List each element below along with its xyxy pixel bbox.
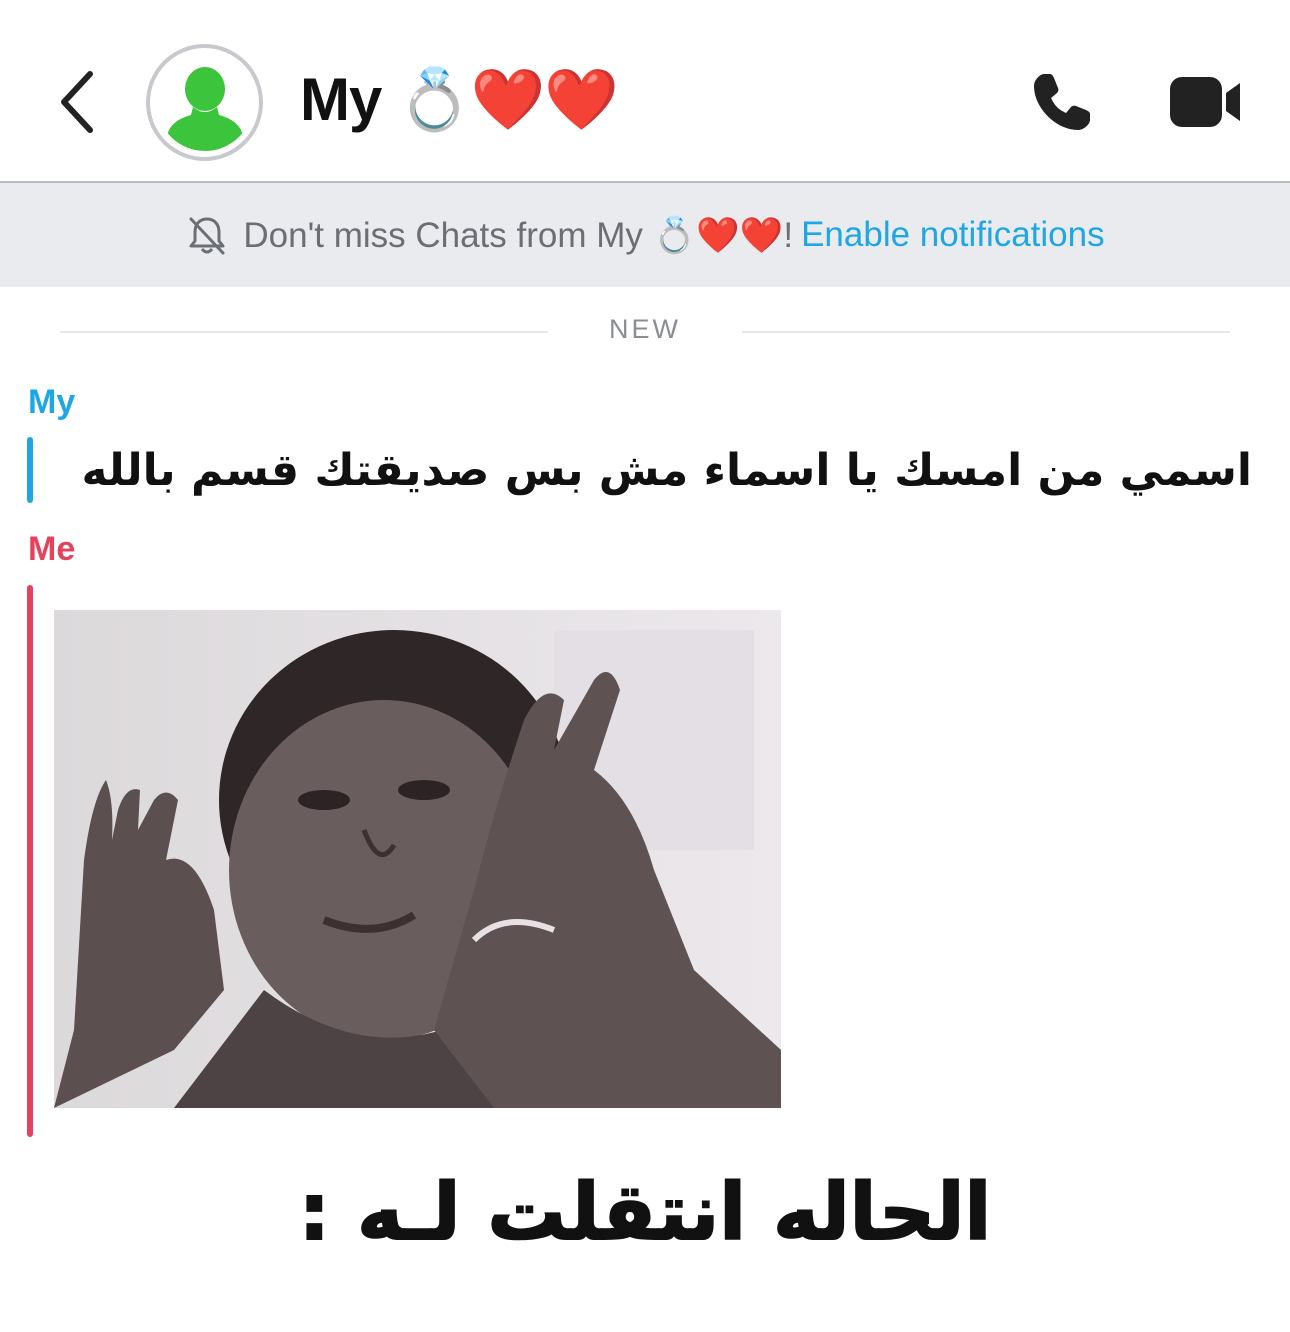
divider-line — [742, 331, 1230, 333]
chevron-left-icon — [61, 71, 93, 133]
video-call-button[interactable] — [1166, 74, 1246, 130]
avatar[interactable] — [146, 44, 263, 161]
message-indicator-bar — [27, 585, 33, 1137]
person-silhouette-icon — [156, 54, 253, 151]
chat-title[interactable]: My 💍❤️❤️ — [300, 60, 619, 140]
message-text[interactable]: اسمي من امسك يا اسماء مش بس صديقتك قسم ب… — [60, 440, 1252, 502]
bell-muted-icon — [189, 217, 225, 255]
notification-banner: Don't miss Chats from My 💍❤️❤️! Enable n… — [0, 183, 1290, 287]
call-button[interactable] — [1024, 66, 1100, 138]
sender-name-my: My — [28, 383, 76, 421]
overlay-caption: الحاله انتقلت لـه : — [298, 1167, 992, 1259]
message-indicator-bar — [27, 437, 33, 503]
divider-line — [60, 331, 548, 333]
sender-name-me: Me — [28, 530, 76, 568]
enable-notifications-link[interactable]: Enable notifications — [801, 215, 1105, 255]
back-button[interactable] — [48, 66, 104, 138]
banner-text: Don't miss Chats from My 💍❤️❤️! — [243, 215, 794, 255]
new-messages-label: NEW — [609, 314, 681, 344]
phone-icon — [1034, 74, 1090, 130]
gif-attachment[interactable] — [54, 610, 781, 1108]
chat-header: My 💍❤️❤️ — [0, 0, 1290, 182]
video-camera-icon — [1170, 77, 1240, 127]
